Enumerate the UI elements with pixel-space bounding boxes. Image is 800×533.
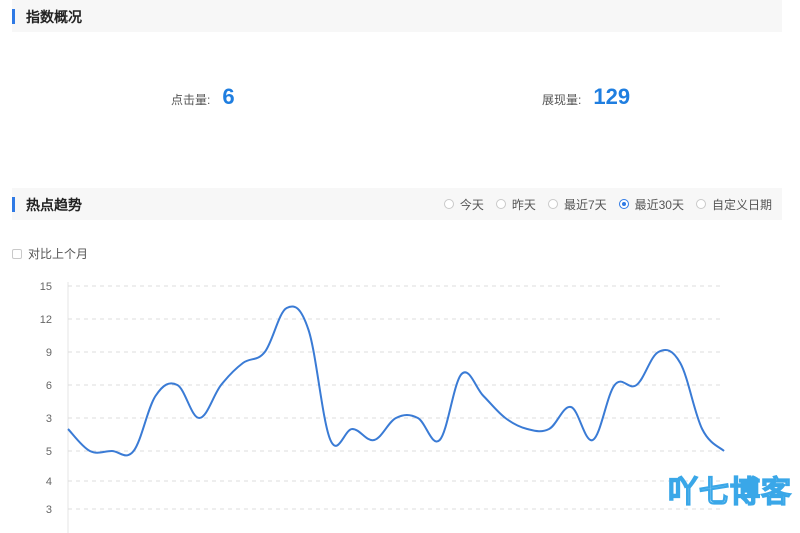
series-line [67, 305, 725, 457]
data-point [153, 394, 158, 399]
data-point [590, 438, 595, 443]
data-point [197, 416, 202, 421]
data-point [722, 449, 727, 454]
data-point [131, 449, 136, 454]
data-point [394, 416, 399, 421]
data-point [481, 394, 486, 399]
data-point [372, 438, 377, 443]
data-point [437, 438, 442, 443]
data-point [66, 427, 71, 432]
trend-line-chart: 15 12 9 6 3 5 4 3 [40, 281, 727, 533]
y-tick-label: 9 [46, 347, 52, 359]
data-point [306, 328, 311, 333]
data-point [328, 438, 333, 443]
data-point [612, 383, 617, 388]
y-tick-label: 12 [40, 314, 52, 326]
data-point [219, 383, 224, 388]
y-tick-label: 6 [46, 380, 52, 392]
watermark-logo: 吖七博客 [667, 475, 792, 509]
data-point [568, 405, 573, 410]
data-point [700, 427, 705, 432]
data-point [87, 449, 92, 454]
data-point [109, 449, 114, 454]
y-tick-label: 4 [46, 476, 52, 488]
data-point [262, 350, 267, 355]
data-point [656, 350, 661, 355]
data-point [415, 416, 420, 421]
data-point [350, 427, 355, 432]
y-tick-label: 15 [40, 281, 52, 293]
y-tick-label: 5 [46, 446, 52, 458]
data-point [634, 383, 639, 388]
data-point [503, 416, 508, 421]
data-point [459, 372, 464, 377]
data-point [678, 361, 683, 366]
data-point [284, 306, 289, 311]
data-point [240, 361, 245, 366]
y-tick-label: 3 [46, 504, 52, 516]
data-point [525, 427, 530, 432]
y-tick-label: 3 [46, 413, 52, 425]
data-point [175, 383, 180, 388]
data-point [547, 427, 552, 432]
